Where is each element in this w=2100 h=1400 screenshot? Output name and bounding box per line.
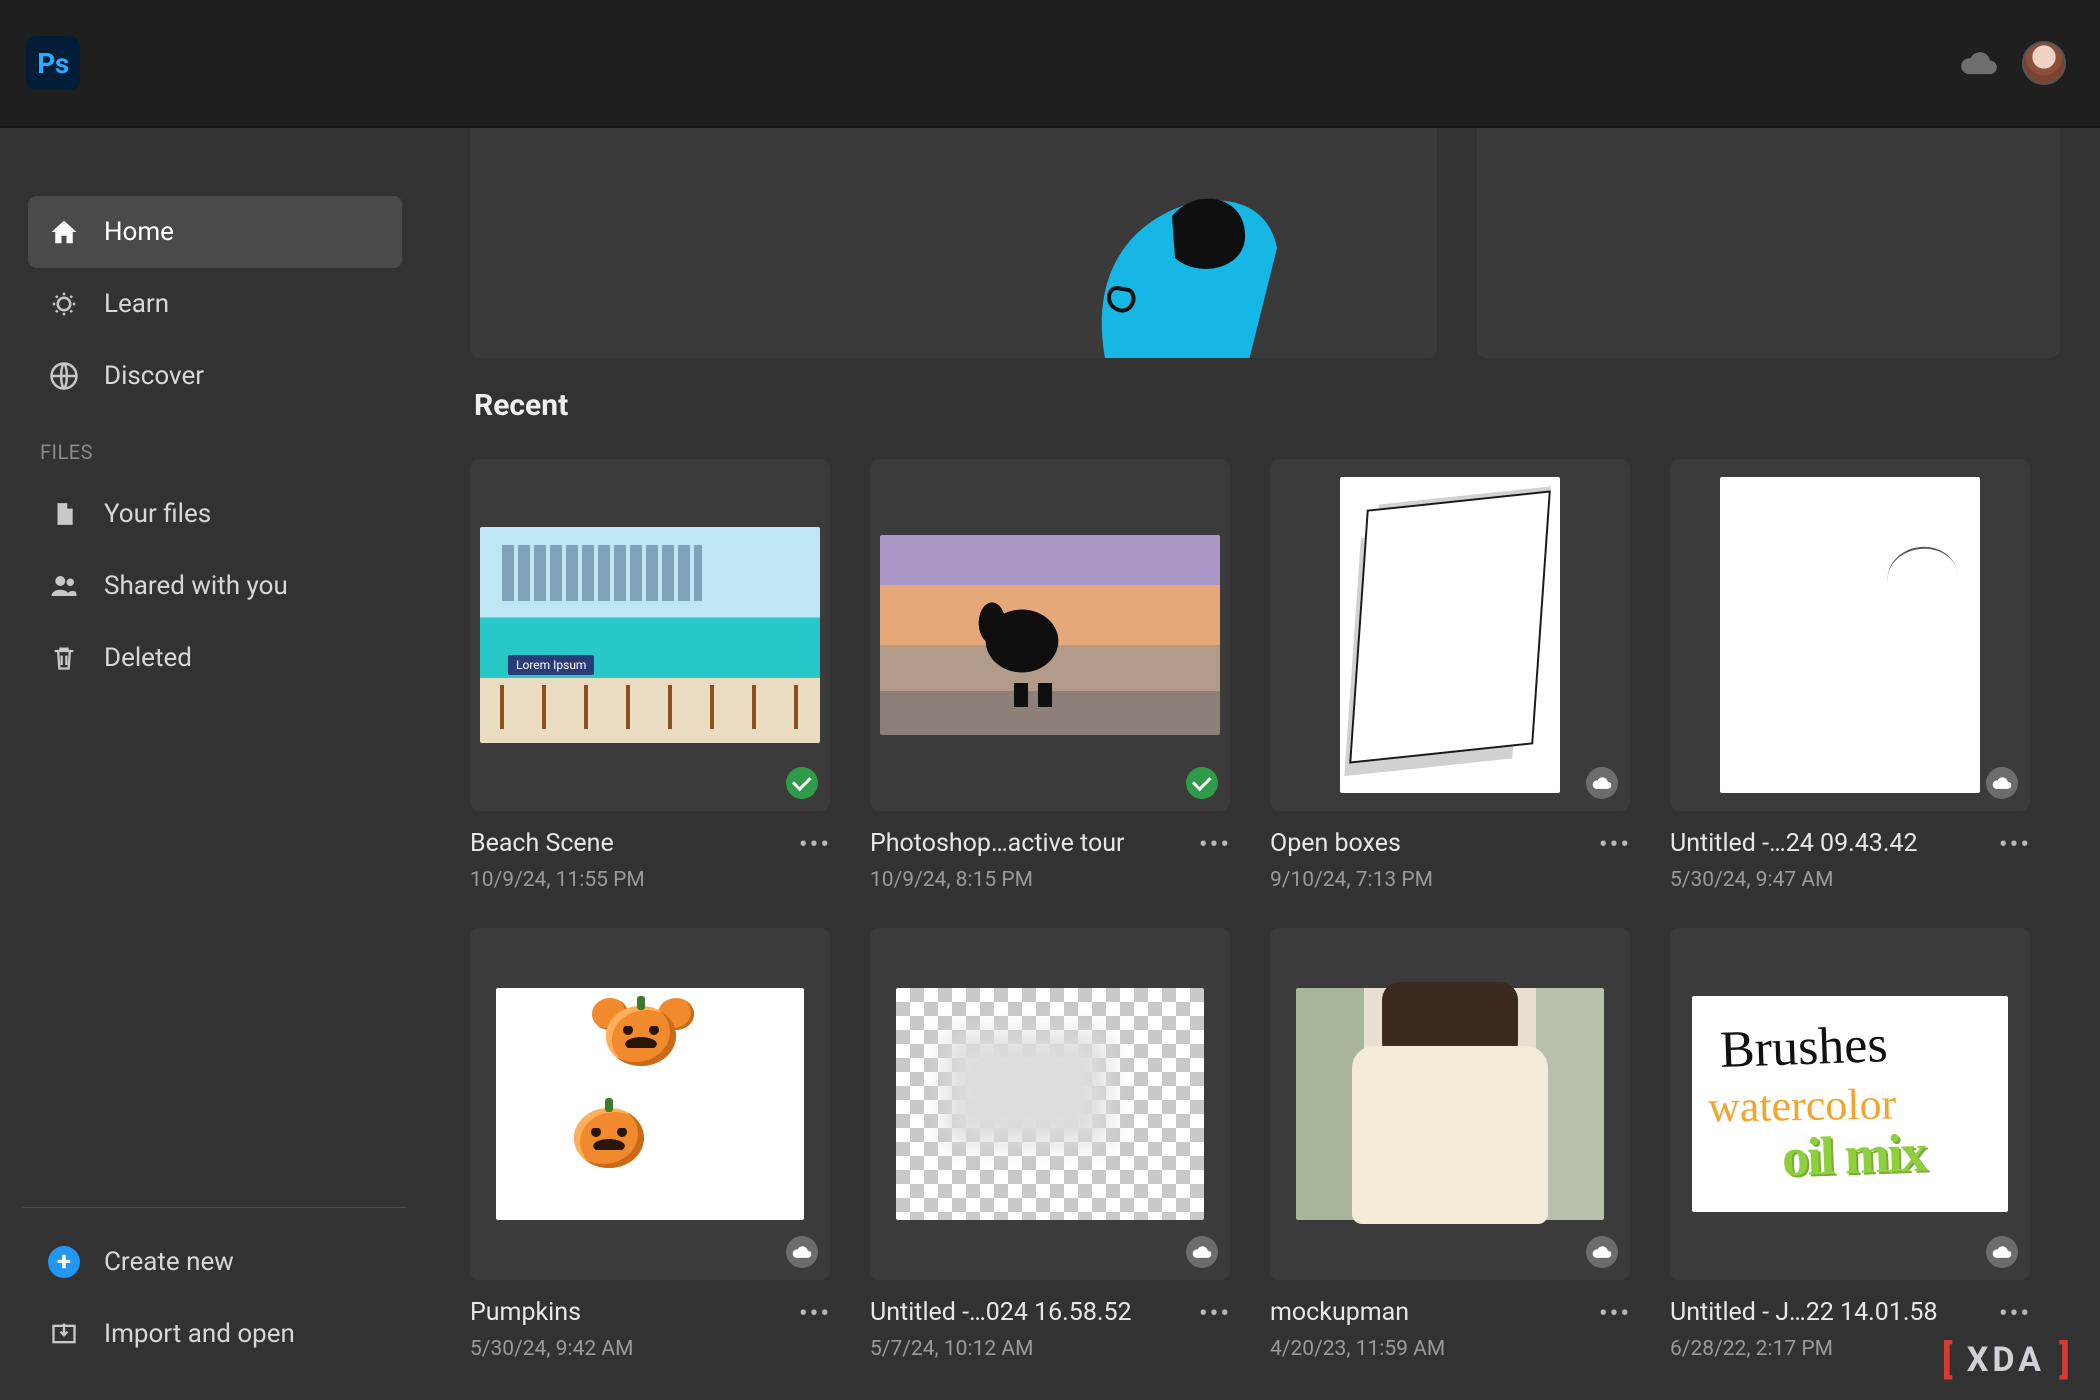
card-date: 9/10/24, 7:13 PM [1270, 868, 1586, 892]
card-title: Untitled -…24 09.43.42 [1670, 829, 1986, 858]
hero-illustration [1047, 138, 1307, 358]
create-new-label: Create new [104, 1247, 234, 1277]
sidebar-item-shared[interactable]: Shared with you [28, 550, 402, 622]
thumbnail[interactable] [1270, 459, 1630, 811]
card-date: 10/9/24, 8:15 PM [870, 868, 1186, 892]
card-date: 5/30/24, 9:47 AM [1670, 868, 1986, 892]
more-options-button[interactable]: ••• [1600, 1304, 1630, 1324]
more-options-button[interactable]: ••• [800, 1304, 830, 1324]
sidebar: Home Learn Discover FILES Your file [0, 128, 430, 1400]
titlebar: Ps [0, 0, 2100, 128]
files-section-label: FILES [28, 412, 402, 478]
thumb-text: oil mix [1781, 1122, 1927, 1189]
sidebar-item-deleted[interactable]: Deleted [28, 622, 402, 694]
recent-card[interactable]: Open boxes 9/10/24, 7:13 PM ••• [1270, 459, 1630, 892]
thumbnail[interactable] [1270, 928, 1630, 1280]
import-open-label: Import and open [104, 1319, 295, 1349]
app-logo[interactable]: Ps [26, 36, 80, 90]
cloud-icon [1586, 767, 1618, 799]
create-new-button[interactable]: + Create new [28, 1226, 402, 1298]
cloud-sync-icon[interactable] [1958, 42, 2000, 84]
account-avatar[interactable] [2022, 41, 2066, 85]
cloud-icon [786, 1236, 818, 1268]
recent-card[interactable]: Untitled -…24 09.43.42 5/30/24, 9:47 AM … [1670, 459, 2030, 892]
sync-complete-icon [786, 767, 818, 799]
thumbnail[interactable]: Lorem Ipsum [470, 459, 830, 811]
card-date: 10/9/24, 11:55 PM [470, 868, 786, 892]
file-icon [48, 498, 80, 530]
sidebar-item-label: Your files [104, 499, 211, 529]
home-icon [48, 216, 80, 248]
sidebar-item-your-files[interactable]: Your files [28, 478, 402, 550]
card-title: Photoshop…active tour [870, 829, 1186, 858]
thumbnail[interactable] [870, 459, 1230, 811]
sidebar-item-label: Discover [104, 361, 204, 391]
sidebar-item-learn[interactable]: Learn [28, 268, 402, 340]
divider [23, 1207, 407, 1208]
thumb-text: Brushes [1719, 1015, 1889, 1080]
card-title: Beach Scene [470, 829, 786, 858]
cloud-icon [1586, 1236, 1618, 1268]
learn-icon [48, 288, 80, 320]
sidebar-item-label: Learn [104, 289, 169, 319]
cloud-icon [1186, 1236, 1218, 1268]
sidebar-item-label: Home [104, 217, 174, 247]
sidebar-item-label: Shared with you [104, 571, 288, 601]
sidebar-item-home[interactable]: Home [28, 196, 402, 268]
card-date: 4/20/23, 11:59 AM [1270, 1337, 1586, 1361]
recent-card[interactable]: mockupman 4/20/23, 11:59 AM ••• [1270, 928, 1630, 1361]
plus-icon: + [48, 1246, 80, 1278]
more-options-button[interactable]: ••• [1200, 1304, 1230, 1324]
thumbnail[interactable] [870, 928, 1230, 1280]
watermark-text: XDA [1967, 1340, 2045, 1380]
recent-card[interactable]: Untitled -…024 16.58.52 5/7/24, 10:12 AM… [870, 928, 1230, 1361]
recent-grid: Lorem Ipsum Beach Scene 10/9/24, 11:55 P… [470, 459, 2060, 1361]
sync-complete-icon [1186, 767, 1218, 799]
card-title: Open boxes [1270, 829, 1586, 858]
recent-card[interactable]: Pumpkins 5/30/24, 9:42 AM ••• [470, 928, 830, 1361]
thumbnail[interactable]: Brushes watercolor oil mix [1670, 928, 2030, 1280]
more-options-button[interactable]: ••• [2000, 1304, 2030, 1324]
watermark: [ XDA [ [1942, 1340, 2070, 1380]
card-date: 6/28/22, 2:17 PM [1670, 1337, 1986, 1361]
card-date: 5/7/24, 10:12 AM [870, 1337, 1186, 1361]
thumbnail[interactable] [1670, 459, 2030, 811]
discover-icon [48, 360, 80, 392]
card-title: Pumpkins [470, 1298, 786, 1327]
hero-card-primary[interactable] [470, 128, 1437, 358]
hero-card-secondary[interactable] [1477, 128, 2060, 358]
card-title: mockupman [1270, 1298, 1586, 1327]
more-options-button[interactable]: ••• [2000, 835, 2030, 855]
recent-card[interactable]: Lorem Ipsum Beach Scene 10/9/24, 11:55 P… [470, 459, 830, 892]
cloud-icon [1986, 767, 2018, 799]
sidebar-item-discover[interactable]: Discover [28, 340, 402, 412]
thumb-text: Lorem Ipsum [508, 655, 594, 675]
more-options-button[interactable]: ••• [800, 835, 830, 855]
thumbnail[interactable] [470, 928, 830, 1280]
recent-heading: Recent [474, 388, 2060, 423]
recent-card[interactable]: Photoshop…active tour 10/9/24, 8:15 PM •… [870, 459, 1230, 892]
more-options-button[interactable]: ••• [1200, 835, 1230, 855]
more-options-button[interactable]: ••• [1600, 835, 1630, 855]
people-icon [48, 570, 80, 602]
hero-row [470, 128, 2060, 358]
card-date: 5/30/24, 9:42 AM [470, 1337, 786, 1361]
sidebar-item-label: Deleted [104, 643, 192, 673]
import-icon [48, 1318, 80, 1350]
trash-icon [48, 642, 80, 674]
import-open-button[interactable]: Import and open [28, 1298, 402, 1370]
cloud-icon [1986, 1236, 2018, 1268]
main-content: Recent Lorem Ipsum Beach Scene 10/9/24, … [430, 128, 2100, 1400]
card-title: Untitled - J…22 14.01.58 [1670, 1298, 1986, 1327]
card-title: Untitled -…024 16.58.52 [870, 1298, 1186, 1327]
recent-card[interactable]: Brushes watercolor oil mix Untitled - J…… [1670, 928, 2030, 1361]
